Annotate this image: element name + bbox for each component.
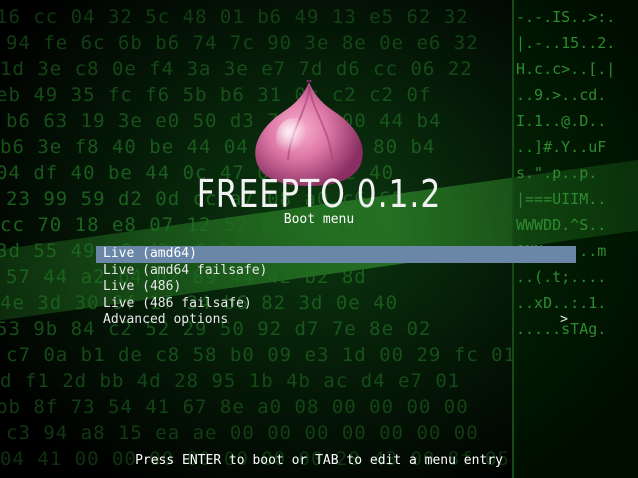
app-title: FREEPTO 0.1.2 xyxy=(196,172,442,216)
ascii-dump-line: H.c.c>..[.| xyxy=(516,60,616,78)
hex-dump-line: c7 0a b1 de c8 58 b0 09 e3 1d 00 29 fc 0… xyxy=(6,344,516,366)
ascii-dump-line: -.-.IS..>:. xyxy=(516,8,616,26)
menu-item-live-amd64-failsafe[interactable]: Live (amd64 failsafe) xyxy=(96,263,576,280)
boot-menu: Live (amd64) Live (amd64 failsafe) Live … xyxy=(96,246,576,329)
menu-item-label: Live (amd64) xyxy=(103,246,197,261)
menu-item-live-486[interactable]: Live (486) xyxy=(96,279,576,296)
hex-dump-line: c3 94 a8 15 ea ae 00 00 00 00 00 00 00 xyxy=(6,422,479,444)
hex-dump-line: 16 cc 04 32 5c 48 01 b6 49 13 e5 62 32 xyxy=(0,6,469,28)
menu-item-live-486-failsafe[interactable]: Live (486 failsafe) xyxy=(96,296,576,313)
ascii-dump-line: ..9.>..cd. xyxy=(516,86,607,104)
boot-hint: Press ENTER to boot or TAB to edit a men… xyxy=(135,453,503,468)
menu-title: Boot menu xyxy=(283,212,355,227)
menu-item-label: Live (amd64 failsafe) xyxy=(103,262,268,278)
ascii-dump-line: |.-..15..2. xyxy=(516,34,616,52)
submenu-arrow-icon: > xyxy=(560,312,568,327)
menu-item-label: Advanced options xyxy=(103,312,229,327)
hex-dump-line: 1d 3e c8 0e f4 3a 3e e7 7d d6 cc 06 22 xyxy=(0,58,473,80)
ascii-dump-line: ..]#.Y..uF xyxy=(516,138,607,156)
menu-item-label: Live (486 failsafe) xyxy=(103,295,252,311)
menu-item-live-amd64[interactable]: Live (amd64) xyxy=(96,246,576,263)
ascii-dump-line: I.1..@.D.. xyxy=(516,112,607,130)
matrix-background: 16 cc 04 32 5c 48 01 b6 49 13 e5 62 32 94… xyxy=(0,0,638,478)
hex-dump-line: bb 8f 73 54 41 67 8e a0 08 00 00 00 00 xyxy=(0,396,469,418)
hex-dump-line: b6 3e f8 40 be 44 04 cc 57 ad 80 b4 xyxy=(0,136,436,158)
hex-dump-line: b6 63 19 3e e0 50 d3 75 46 00 44 b4 xyxy=(6,110,442,132)
hex-dump-line: 94 fe 6c 6b b6 74 7c 90 3e 8e 0e e6 32 xyxy=(6,32,479,54)
menu-item-label: Live (486) xyxy=(103,279,182,294)
hex-dump-line: d f1 2d bb 4d 28 95 1b 4b ac d4 e7 01 xyxy=(0,370,461,392)
menu-item-advanced-options[interactable]: Advanced options > xyxy=(96,312,576,329)
